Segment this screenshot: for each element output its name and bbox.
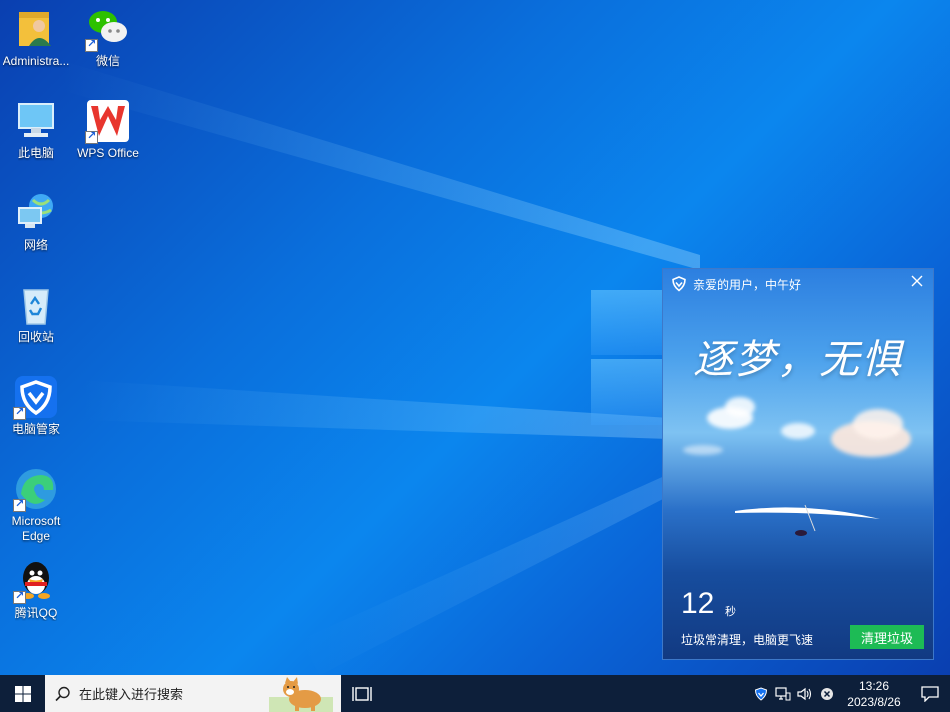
search-placeholder: 在此键入进行搜索 xyxy=(79,687,184,702)
desktop-icon-label: Administra... xyxy=(2,54,70,68)
desktop-icon-qq[interactable]: 腾讯QQ xyxy=(0,558,72,640)
popup-greeting: 亲爱的用户，中午好 xyxy=(693,277,802,292)
clock-date: 2023/8/26 xyxy=(847,694,901,709)
popup-slogan: 逐梦，无惧 xyxy=(693,337,903,383)
desktop-icon-wechat[interactable]: 微信 xyxy=(72,6,144,88)
pc-manager-popup: 亲爱的用户，中午好 逐梦，无惧 12 秒 垃圾常清理，电脑更飞速 清理垃圾 xyxy=(662,268,934,660)
cloud-decoration xyxy=(725,397,755,417)
qq-icon xyxy=(13,558,59,604)
shortcut-arrow-icon xyxy=(13,589,26,604)
windows-logo-icon xyxy=(14,685,31,702)
wallpaper-logo-pane xyxy=(591,359,663,425)
popup-countdown: 12 xyxy=(681,587,715,620)
network-icon xyxy=(775,686,791,700)
wps-office-icon xyxy=(85,98,131,144)
taskbar: 在此键入进行搜索 13:26 2023/8/26 xyxy=(0,675,950,712)
desktop-icon-label: 电脑管家 xyxy=(11,422,60,436)
cloud-decoration xyxy=(853,409,903,439)
wechat-icon xyxy=(85,6,131,52)
desktop-icon-label: 此电脑 xyxy=(17,146,54,160)
desktop-icon-this-pc[interactable]: 此电脑 xyxy=(0,98,72,180)
shortcut-arrow-icon xyxy=(85,129,98,144)
desktop-icon-administrator[interactable]: Administra... xyxy=(0,6,72,88)
popup-close-button[interactable] xyxy=(909,275,925,291)
start-button[interactable] xyxy=(0,675,45,712)
speaker-icon xyxy=(797,687,812,700)
notification-center-button[interactable] xyxy=(910,675,950,712)
desktop-icon-edge[interactable]: Microsoft Edge xyxy=(0,466,72,548)
network-icon xyxy=(13,190,59,236)
desktop-icon-label: 回收站 xyxy=(17,330,54,344)
shield-icon xyxy=(754,686,768,701)
desktop-icon-pc-manager[interactable]: 电脑管家 xyxy=(0,374,72,456)
tray-pc-manager[interactable] xyxy=(750,675,772,712)
tray-status[interactable] xyxy=(816,675,838,712)
popup-tip: 垃圾常清理，电脑更飞速 xyxy=(681,633,814,647)
system-tray: 13:26 2023/8/26 xyxy=(750,675,950,712)
hang-glider-image xyxy=(735,504,880,536)
pc-manager-icon xyxy=(13,374,59,420)
shield-icon xyxy=(672,276,686,292)
desktop: Administra... 微信 此电脑 xyxy=(0,0,950,675)
desktop-icon-label: 腾讯QQ xyxy=(14,606,58,620)
clean-junk-button[interactable]: 清理垃圾 xyxy=(850,625,924,649)
task-view-button[interactable] xyxy=(351,684,373,704)
taskbar-search-box[interactable]: 在此键入进行搜索 xyxy=(45,675,341,712)
desktop-icon-recycle-bin[interactable]: 回收站 xyxy=(0,282,72,364)
desktop-icon-label: WPS Office xyxy=(77,146,139,160)
close-icon xyxy=(911,275,923,287)
shiba-dog-illustration-icon xyxy=(269,677,333,712)
wallpaper-logo-pane xyxy=(591,290,663,355)
shortcut-arrow-icon xyxy=(85,37,98,52)
search-icon xyxy=(55,686,70,701)
computer-icon xyxy=(13,98,59,144)
shortcut-arrow-icon xyxy=(13,405,26,420)
shortcut-arrow-icon xyxy=(13,497,26,512)
error-circle-icon xyxy=(821,687,833,700)
tray-volume[interactable] xyxy=(794,675,816,712)
desktop-icon-label: Microsoft Edge xyxy=(11,514,61,543)
popup-countdown-unit: 秒 xyxy=(725,606,736,618)
taskbar-clock[interactable]: 13:26 2023/8/26 xyxy=(838,678,910,710)
desktop-icon-network[interactable]: 网络 xyxy=(0,190,72,272)
cloud-decoration xyxy=(683,445,723,455)
edge-icon xyxy=(13,466,59,512)
notification-icon xyxy=(921,685,939,702)
popup-header: 亲爱的用户，中午好 xyxy=(663,269,933,299)
clock-time: 13:26 xyxy=(858,678,890,693)
desktop-icon-wps[interactable]: WPS Office xyxy=(72,98,144,180)
tray-network[interactable] xyxy=(772,675,794,712)
task-view-icon xyxy=(352,687,372,701)
recycle-bin-icon xyxy=(13,282,59,328)
cloud-decoration xyxy=(781,423,815,439)
user-folder-icon xyxy=(13,6,59,52)
desktop-icon-label: 网络 xyxy=(23,238,48,252)
desktop-icon-label: 微信 xyxy=(95,54,120,68)
